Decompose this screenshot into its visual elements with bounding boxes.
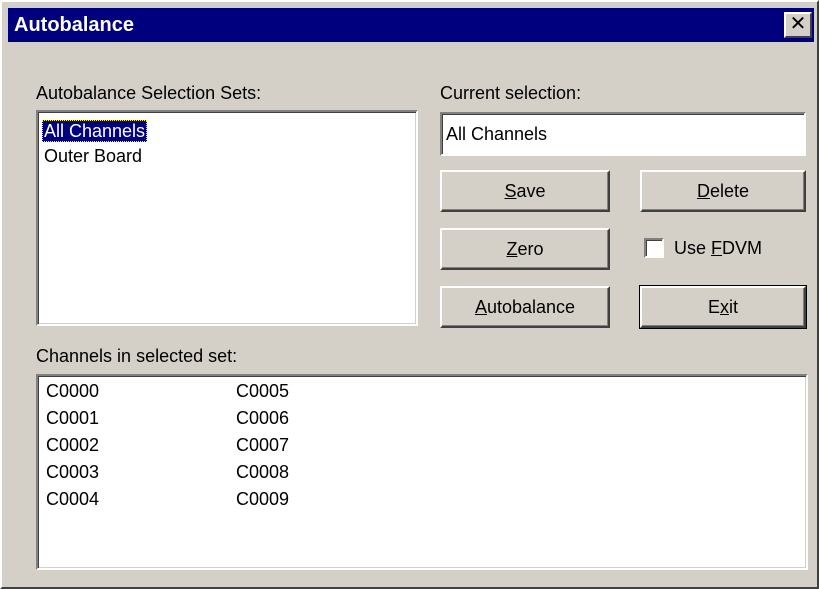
save-label: Save <box>504 180 546 201</box>
exit-label: Exit <box>707 296 738 317</box>
list-item[interactable]: All Channels <box>42 120 148 142</box>
list-item[interactable]: C0001 <box>46 405 99 432</box>
channels-list[interactable]: C0000 C0001 C0002 C0003 C0004 C0005 C000… <box>36 374 808 570</box>
channel-column-1: C0000 C0001 C0002 C0003 C0004 <box>46 378 99 513</box>
channels-label: Channels in selected set: <box>36 346 238 366</box>
selection-sets-list[interactable]: All Channels Outer Board <box>36 110 418 326</box>
title-bar[interactable]: Autobalance ✕ <box>8 8 814 42</box>
close-icon: ✕ <box>789 13 807 35</box>
list-item[interactable]: C0009 <box>236 486 289 513</box>
selection-sets-label: Autobalance Selection Sets: <box>36 83 262 103</box>
list-item[interactable]: C0003 <box>46 459 99 486</box>
autobalance-dialog: Autobalance ✕ Autobalance Selection Sets… <box>0 0 819 589</box>
list-item[interactable]: Outer Board <box>42 145 144 167</box>
list-item[interactable]: C0007 <box>236 432 289 459</box>
zero-button[interactable]: Zero <box>440 228 610 270</box>
use-fdvm-label[interactable]: Use FDVM <box>674 237 762 259</box>
current-selection-label: Current selection: <box>440 83 582 103</box>
current-selection-input[interactable] <box>440 112 806 156</box>
window-title: Autobalance <box>14 14 135 36</box>
use-fdvm-checkbox[interactable] <box>644 238 664 258</box>
zero-label: Zero <box>506 238 544 259</box>
exit-button[interactable]: Exit <box>639 285 807 329</box>
autobalance-button[interactable]: Autobalance <box>440 286 610 328</box>
delete-label: Delete <box>696 180 750 201</box>
delete-button[interactable]: Delete <box>640 170 806 212</box>
channel-column-2: C0005 C0006 C0007 C0008 C0009 <box>236 378 289 513</box>
list-item[interactable]: C0005 <box>236 378 289 405</box>
save-button[interactable]: Save <box>440 170 610 212</box>
list-item[interactable]: C0004 <box>46 486 99 513</box>
list-item[interactable]: C0006 <box>236 405 289 432</box>
autobalance-label: Autobalance <box>474 296 576 317</box>
list-item[interactable]: C0002 <box>46 432 99 459</box>
close-button[interactable]: ✕ <box>784 12 812 38</box>
list-item[interactable]: C0008 <box>236 459 289 486</box>
list-item[interactable]: C0000 <box>46 378 99 405</box>
